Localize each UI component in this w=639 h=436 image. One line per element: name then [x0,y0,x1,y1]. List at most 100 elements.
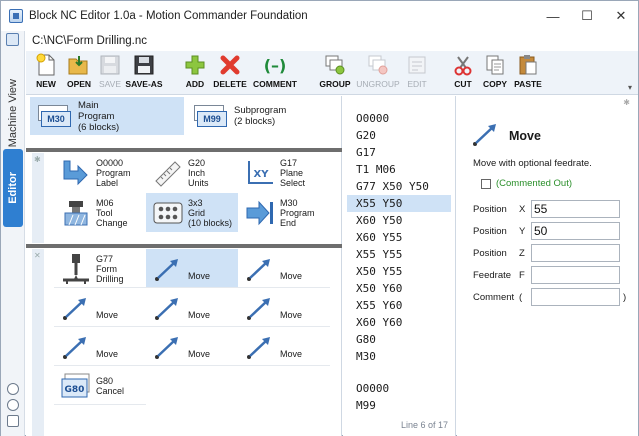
code-line-selected[interactable]: X55 Y50 [347,195,451,212]
section-divider-2[interactable] [26,244,342,248]
window-icon[interactable] [7,415,19,427]
open-button[interactable]: OPEN [64,52,94,94]
copy-button-label: COPY [482,79,508,89]
code-line[interactable]: G20 [347,127,451,144]
copy-button[interactable]: COPY [480,52,510,94]
paste-button-label: PASTE [514,79,542,89]
code-line[interactable]: X55 Y60 [347,297,451,314]
library-tile-program-end[interactable]: M30 Program End [238,193,330,232]
comment-button-label: COMMENT [253,79,297,89]
program-tile-move-3[interactable]: Move [54,288,146,327]
toolbar-overflow-icon[interactable]: ▾ [628,83,632,92]
program-tile-g80-cancel[interactable]: G80 G80 Cancel [54,366,146,405]
ungroup-button-label: UNGROUP [356,79,400,89]
program-tile-move-8[interactable]: Move [238,327,330,366]
drill-icon [60,253,92,284]
program-tile-move-2[interactable]: Move [238,249,330,288]
program-tile-move-1[interactable]: Move [146,249,238,288]
code-line[interactable]: X55 Y55 [347,246,451,263]
feedrate-row: Feedrate F [473,265,633,285]
move-arrow-icon [152,293,184,323]
close-icon[interactable]: ✱ [623,98,630,107]
code-line[interactable]: X60 Y55 [347,229,451,246]
comment-button[interactable]: (–) COMMENT [252,52,298,94]
main-program-item[interactable]: M30 Main Program (6 blocks) [30,97,184,135]
svg-text:(–): (–) [264,56,287,75]
save-button[interactable]: SAVE [96,52,124,94]
properties-description: Move with optional feedrate. [473,158,592,169]
properties-title: Move [509,128,541,143]
edit-button[interactable]: EDIT [404,52,430,94]
tab-editor-label: Editor [7,172,19,204]
program-stack-icon: M30 [38,105,72,127]
code-line[interactable]: M99 [347,397,451,414]
zoom-in-icon[interactable] [7,383,19,395]
library-gutter: ✱ [32,153,44,243]
commented-out-checkbox[interactable] [481,178,491,189]
ungroup-icon [366,53,390,77]
code-line[interactable]: G80 [347,331,451,348]
edit-icon [405,53,429,77]
subprogram-stack-icon: M99 [194,105,228,127]
library-tile-tool-change[interactable]: M06 Tool Change [54,193,146,232]
toolbar: NEW OPEN SAVE SAVE-AS ADD DELETE (–) COM… [26,51,638,95]
move-arrow-icon [244,332,276,362]
maximize-button[interactable]: ☐ [570,1,604,31]
comment-input[interactable] [531,288,620,306]
code-line[interactable]: M30 [347,348,451,365]
cut-button[interactable]: CUT [450,52,476,94]
group-button-label: GROUP [319,79,351,89]
tab-editor[interactable]: Editor [3,149,23,227]
code-line[interactable]: G17 [347,144,451,161]
code-line[interactable]: X60 Y60 [347,314,451,331]
commented-out-toggle[interactable]: (Commented Out) [481,178,572,189]
program-tile-move-6[interactable]: Move [54,327,146,366]
library-tile-program-label[interactable]: O0000 Program Label [54,153,146,192]
add-button-label: ADD [185,79,205,89]
library-tile-inch-units[interactable]: G20 Inch Units [146,153,238,192]
ungroup-button[interactable]: UNGROUP [356,52,400,94]
pin-icon[interactable] [6,33,19,46]
library-tile-plane-select[interactable]: XY G17 Plane Select [238,153,330,192]
code-line[interactable]: O0000 [347,380,451,397]
program-tile-move-7[interactable]: Move [146,327,238,366]
close-button[interactable]: ✕ [604,1,638,31]
code-line[interactable]: X50 Y60 [347,280,451,297]
code-line[interactable]: G77 X50 Y50 [347,178,451,195]
group-icon [323,53,347,77]
program-tile-move-5[interactable]: Move [238,288,330,327]
delete-button[interactable]: DELETE [212,52,248,94]
position-z-input[interactable] [531,244,620,262]
section-divider[interactable] [26,148,342,152]
save-as-button[interactable]: SAVE-AS [124,52,164,94]
position-x-row: Position X 55 [473,199,633,219]
edit-button-label: EDIT [407,79,427,89]
subprogram-item[interactable]: M99 Subprogram (2 blocks) [186,97,340,135]
move-arrow-icon [244,293,276,323]
paste-button[interactable]: PASTE [512,52,544,94]
library-tile-grid[interactable]: 3x3 Grid (10 blocks) [146,193,238,232]
add-button[interactable]: ADD [180,52,210,94]
new-file-icon [34,53,58,77]
close-icon[interactable]: ✕ [34,251,41,260]
save-button-label: SAVE [98,79,122,89]
group-button[interactable]: GROUP [318,52,352,94]
close-icon[interactable]: ✱ [34,155,41,164]
code-line[interactable]: X50 Y55 [347,263,451,280]
zoom-out-icon[interactable] [7,399,19,411]
plus-icon [183,53,207,77]
position-x-input[interactable]: 55 [531,200,620,218]
minimize-button[interactable]: — [536,1,570,31]
program-tile-move-4[interactable]: Move [146,288,238,327]
code-line[interactable]: X60 Y50 [347,212,451,229]
new-button[interactable]: NEW [32,52,60,94]
feedrate-input[interactable] [531,266,620,284]
window-title: Block NC Editor 1.0a - Motion Commander … [29,10,308,22]
program-tile-form-drilling[interactable]: G77 Form Drilling [54,249,146,288]
commented-out-label: (Commented Out) [496,178,573,189]
grid-icon [152,198,184,228]
code-line[interactable]: O0000 [347,110,451,127]
code-line[interactable]: T1 M06 [347,161,451,178]
save-disk-icon [98,53,122,77]
position-y-input[interactable]: 50 [531,222,620,240]
